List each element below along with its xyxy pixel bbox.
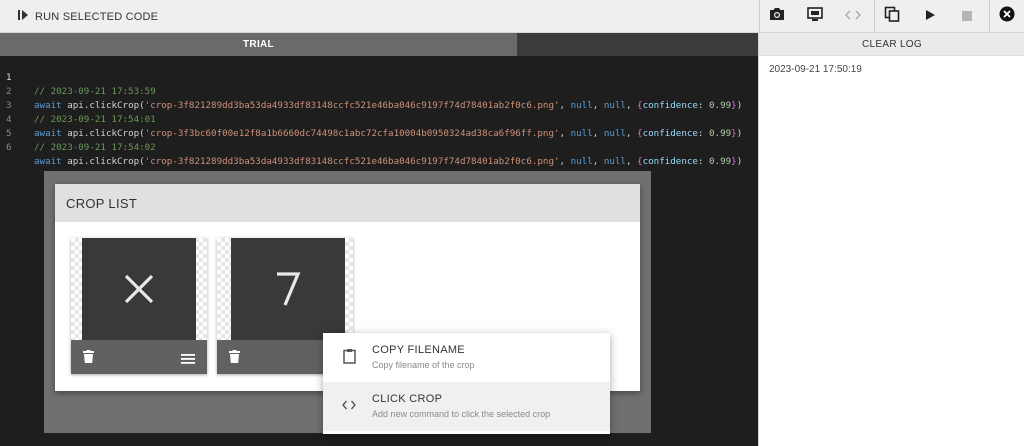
- menu-item-title: CLICK CROP: [372, 393, 443, 405]
- close-icon: [999, 6, 1015, 27]
- run-selected-code-label: RUN SELECTED CODE: [35, 11, 159, 23]
- code-number: 0.99: [709, 156, 732, 167]
- code-punct: ,: [592, 156, 604, 167]
- camera-icon: [769, 7, 785, 26]
- code-null: null: [570, 156, 593, 167]
- line-number: 6: [6, 142, 12, 153]
- trash-icon: [83, 350, 94, 363]
- code-keyword: await: [34, 156, 62, 167]
- code-punct: ,: [625, 156, 638, 167]
- crop-list-header: CROP LIST: [55, 184, 640, 222]
- tab-trial[interactable]: TRIAL: [0, 33, 517, 56]
- code-string: 'crop-3f821289dd3ba53da4933df83148ccfc52…: [144, 156, 560, 167]
- copy-button[interactable]: [874, 0, 908, 33]
- log-panel: CLEAR LOG 2023-09-21 17:50:19: [758, 33, 1024, 446]
- editor-tab-bar: TRIAL: [0, 33, 758, 56]
- delete-crop-button[interactable]: [83, 350, 94, 368]
- top-toolbar: RUN SELECTED CODE: [0, 0, 1024, 33]
- crop-context-menu: COPY FILENAME Copy filename of the crop …: [323, 333, 610, 434]
- play-button[interactable]: [913, 0, 947, 33]
- play-icon: [924, 8, 936, 26]
- code-line: 2 await api.clickCrop('crop-3f821289dd3b…: [0, 71, 758, 111]
- code-line: 4 await api.clickCrop('crop-3f3bc60f00e1…: [0, 99, 758, 139]
- screen-capture-button[interactable]: [798, 0, 832, 33]
- menu-icon: [181, 354, 195, 364]
- code-call: api.clickCrop(: [67, 156, 145, 167]
- crop-thumbnail[interactable]: [231, 238, 345, 340]
- code-punct: ): [736, 156, 743, 167]
- crop-seven-glyph: [277, 272, 301, 306]
- run-icon: [17, 8, 29, 26]
- trash-icon: [229, 350, 240, 363]
- stop-button[interactable]: [950, 0, 984, 33]
- menu-item-subtitle: Copy filename of the crop: [372, 360, 475, 370]
- app-root: RUN SELECTED CODE TRIAL 1 // 2023-09-21 …: [0, 0, 1024, 446]
- menu-item-copy-filename[interactable]: COPY FILENAME Copy filename of the crop: [323, 333, 610, 382]
- stop-icon: [962, 8, 972, 26]
- code-icon: [340, 396, 358, 414]
- copy-icon: [884, 6, 900, 27]
- menu-item-click-crop[interactable]: CLICK CROP Add new command to click the …: [323, 382, 610, 431]
- log-entry: 2023-09-21 17:50:19: [769, 64, 862, 75]
- code-view-button[interactable]: [836, 0, 870, 33]
- crop-list-title: CROP LIST: [66, 196, 138, 211]
- code-icon: [845, 8, 861, 26]
- screenshot-button[interactable]: [759, 0, 793, 33]
- code-line: 3 // 2023-09-21 17:54:01: [0, 85, 758, 125]
- crop-x-glyph: [124, 274, 154, 304]
- code-comment: // 2023-09-21 17:54:02: [34, 142, 156, 153]
- code-line: 5 // 2023-09-21 17:54:02: [0, 113, 758, 153]
- code-punct: ,: [559, 156, 571, 167]
- code-null: null: [603, 156, 626, 167]
- clear-log-button[interactable]: CLEAR LOG: [759, 33, 1024, 56]
- menu-item-subtitle: Add new command to click the selected cr…: [372, 409, 551, 419]
- code-line: 6 await api.clickCrop('crop-3f821289dd3b…: [0, 127, 758, 167]
- run-selected-code-button[interactable]: RUN SELECTED CODE: [17, 8, 158, 26]
- delete-crop-button[interactable]: [229, 350, 240, 368]
- code-key: confidence: [642, 156, 698, 167]
- code-line: 1 // 2023-09-21 17:53:59: [0, 57, 758, 97]
- clipboard-icon: [340, 347, 358, 365]
- screen-capture-icon: [807, 6, 823, 27]
- code-punct: :: [697, 156, 709, 167]
- crop-card-footer: [71, 340, 207, 374]
- crop-menu-button[interactable]: [181, 351, 195, 369]
- crop-thumbnail[interactable]: [82, 238, 196, 340]
- crop-card[interactable]: [71, 238, 207, 374]
- close-button[interactable]: [989, 0, 1023, 33]
- menu-item-title: COPY FILENAME: [372, 344, 465, 356]
